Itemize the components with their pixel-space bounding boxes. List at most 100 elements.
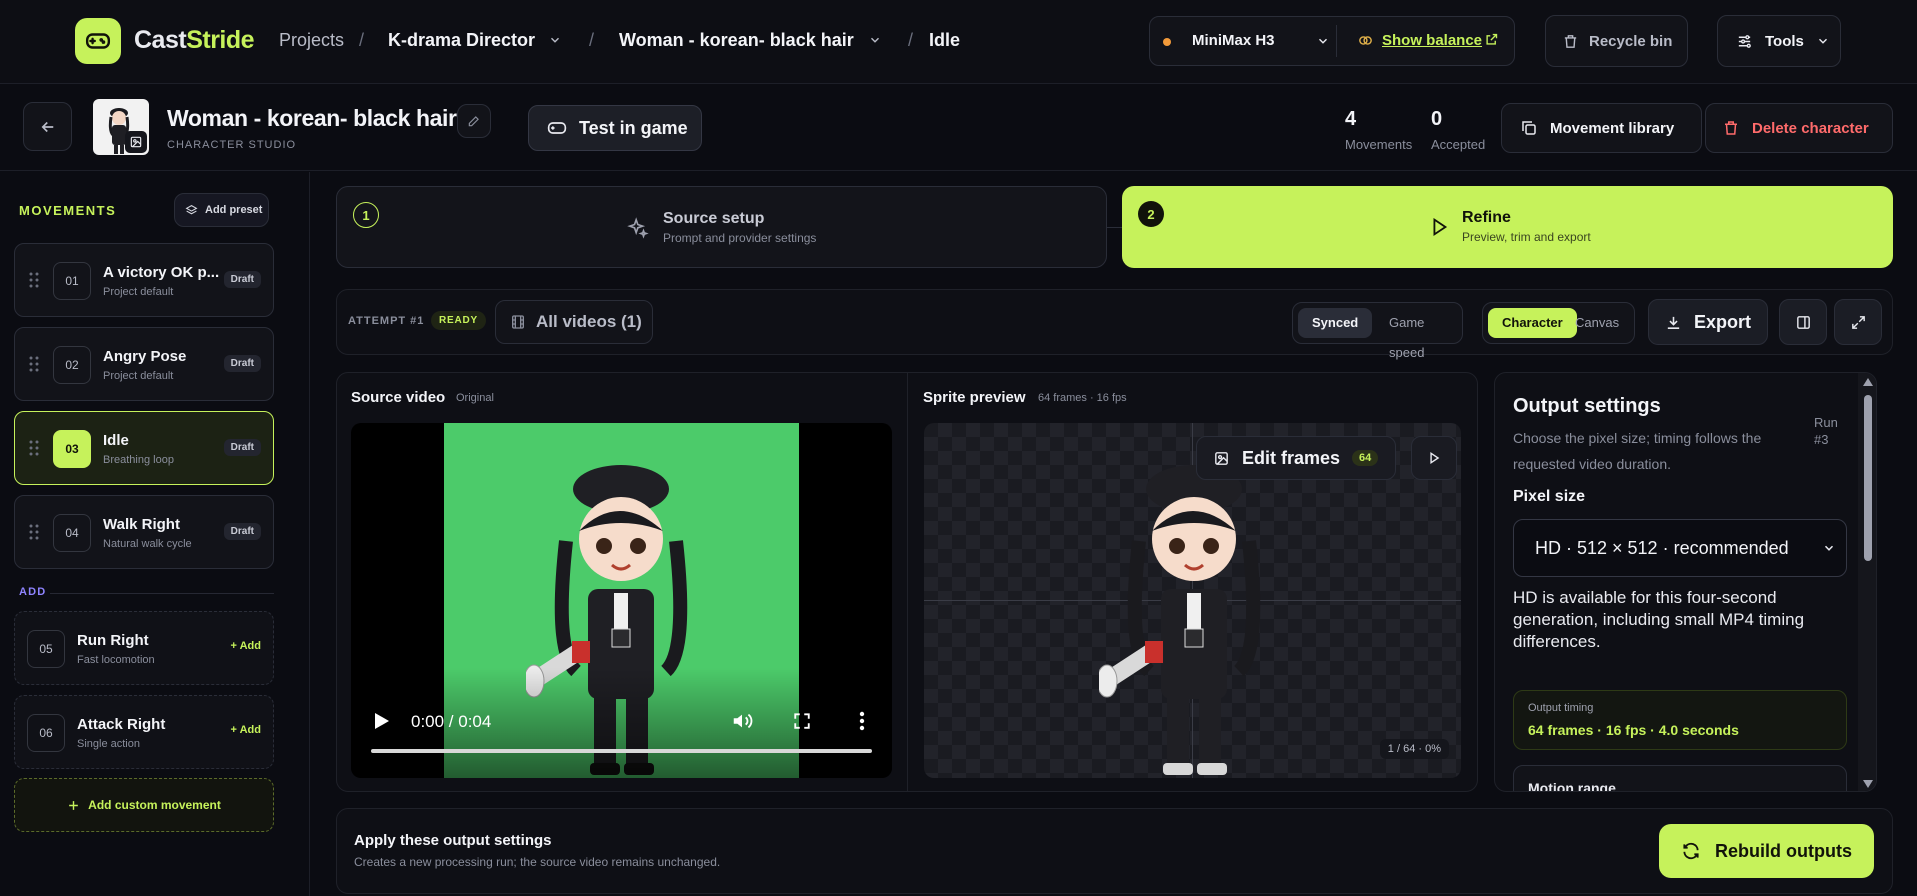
movement-library-button[interactable]: Movement library	[1501, 103, 1702, 153]
step-refine[interactable]: 2 Refine Preview, trim and export	[1122, 186, 1893, 268]
breadcrumb-movement: Idle	[929, 30, 961, 50]
add-preset-button[interactable]: Add preset	[174, 193, 269, 227]
export-button[interactable]: Export	[1648, 299, 1768, 345]
character-option[interactable]: Character	[1488, 308, 1577, 338]
movement-title: Run Right	[77, 632, 149, 649]
game-speed-option[interactable]: Game speed	[1375, 308, 1462, 360]
sprite-preview-title: Sprite preview	[923, 389, 1026, 406]
refresh-icon	[1681, 841, 1701, 861]
breadcrumb-character[interactable]: Woman - korean- black hair	[619, 30, 854, 51]
back-arrow-icon	[39, 118, 57, 136]
breadcrumb-separator: /	[908, 30, 914, 50]
divider	[50, 593, 274, 594]
chevron-down-icon[interactable]	[548, 33, 562, 47]
movement-item[interactable]: 01 A victory OK p... Project default Dra…	[14, 243, 274, 317]
movement-item[interactable]: 04 Walk Right Natural walk cycle Draft	[14, 495, 274, 569]
character-avatar[interactable]	[93, 99, 149, 155]
movement-item-active[interactable]: 03 Idle Breathing loop Draft	[14, 411, 274, 485]
breadcrumb-project[interactable]: K-drama Director	[388, 30, 535, 51]
movements-heading: MOVEMENTS	[19, 203, 117, 218]
movements-count: 4	[1345, 108, 1357, 130]
back-button[interactable]	[23, 102, 72, 151]
toggle-sidebar-button[interactable]	[1779, 299, 1827, 345]
sprite-figure	[1099, 465, 1261, 775]
add-custom-movement-button[interactable]: Add custom movement	[14, 778, 274, 832]
sliders-icon	[1736, 33, 1753, 50]
video-progress-track[interactable]	[371, 749, 872, 753]
sprite-canvas[interactable]: Edit frames 64 1 / 64 · 0%	[924, 423, 1461, 778]
pixel-size-note: HD is available for this four-second gen…	[1513, 588, 1805, 651]
more-vertical-icon[interactable]	[859, 711, 865, 731]
pixel-size-select[interactable]: HD · 512 × 512 · recommended	[1513, 519, 1847, 577]
step-title: Refine	[1462, 209, 1511, 226]
grip-icon[interactable]	[29, 524, 39, 545]
breadcrumb-projects[interactable]: Projects	[279, 30, 344, 51]
movement-number: 04	[53, 514, 91, 552]
run-number: Run #3	[1814, 415, 1838, 447]
chevron-down-icon	[1822, 541, 1836, 555]
step-subtitle: Preview, trim and export	[1462, 230, 1591, 244]
scroll-up-arrow[interactable]	[1862, 377, 1874, 387]
play-icon[interactable]	[374, 712, 390, 730]
attempt-label: ATTEMPT #1	[348, 315, 425, 327]
output-settings-title: Output settings	[1513, 395, 1661, 417]
image-icon[interactable]	[125, 131, 147, 153]
show-balance-link[interactable]: Show balance	[1382, 32, 1482, 49]
preset-item-run-right[interactable]: 05 Run Right Fast locomotion + Add	[14, 611, 274, 685]
fullscreen-icon[interactable]	[793, 712, 811, 730]
model-selector[interactable]: MiniMax H3	[1192, 32, 1275, 49]
add-movement-button[interactable]: + Add	[231, 640, 261, 652]
movement-subtitle: Natural walk cycle	[103, 538, 192, 550]
all-videos-button[interactable]: All videos (1)	[495, 300, 653, 344]
chevron-down-icon[interactable]	[1316, 34, 1330, 48]
add-section-heading: ADD	[19, 586, 47, 598]
status-badge: Draft	[223, 523, 261, 540]
recycle-bin-label: Recycle bin	[1589, 32, 1673, 50]
apply-title: Apply these output settings	[354, 832, 552, 849]
fullscreen-button[interactable]	[1834, 299, 1882, 345]
source-video-player[interactable]: 0:00 / 0:04	[351, 423, 892, 778]
output-settings-description: Choose the pixel size; timing follows th…	[1513, 430, 1762, 472]
tools-menu-button[interactable]: Tools	[1717, 15, 1841, 67]
grip-icon[interactable]	[29, 440, 39, 461]
movement-subtitle: Single action	[77, 738, 140, 750]
test-in-game-button[interactable]: Test in game	[528, 105, 702, 151]
add-movement-button[interactable]: + Add	[231, 724, 261, 736]
preset-item-attack-right[interactable]: 06 Attack Right Single action + Add	[14, 695, 274, 769]
chevron-down-icon[interactable]	[868, 33, 882, 47]
movement-title: Attack Right	[77, 716, 166, 733]
add-preset-label: Add preset	[205, 204, 263, 216]
movement-item[interactable]: 02 Angry Pose Project default Draft	[14, 327, 274, 401]
grip-icon[interactable]	[29, 356, 39, 377]
step-source-setup[interactable]: 1 Source setup Prompt and provider setti…	[336, 186, 1107, 268]
brand-part-1: Cast	[134, 26, 187, 54]
rebuild-outputs-label: Rebuild outputs	[1715, 840, 1852, 861]
model-status-dot	[1163, 38, 1171, 46]
step-subtitle: Prompt and provider settings	[663, 231, 817, 245]
movement-subtitle: Breathing loop	[103, 454, 174, 466]
scrollbar[interactable]	[1858, 373, 1876, 791]
movement-number: 02	[53, 346, 91, 384]
output-timing-value: 64 frames · 16 fps · 4.0 seconds	[1528, 722, 1739, 738]
brand-name[interactable]: CastStride	[134, 26, 255, 55]
movement-title: Idle	[103, 432, 129, 449]
scroll-down-arrow[interactable]	[1862, 779, 1874, 789]
copy-icon	[1520, 119, 1538, 137]
rebuild-outputs-button[interactable]: Rebuild outputs	[1659, 824, 1874, 878]
logo-gamepad-icon[interactable]	[75, 18, 121, 64]
export-label: Export	[1694, 311, 1752, 332]
canvas-option[interactable]: Canvas	[1575, 308, 1619, 338]
scrollbar-thumb[interactable]	[1864, 395, 1872, 561]
rename-button[interactable]	[457, 104, 491, 138]
grip-icon[interactable]	[29, 272, 39, 293]
edit-frames-button[interactable]: Edit frames 64	[1196, 436, 1396, 480]
volume-icon[interactable]	[731, 710, 753, 732]
play-sprite-button[interactable]	[1411, 436, 1457, 480]
synced-option[interactable]: Synced	[1298, 308, 1373, 338]
delete-character-button[interactable]: Delete character	[1705, 103, 1893, 153]
speed-toggle: Synced Game speed	[1292, 302, 1463, 360]
sparkle-icon	[627, 217, 649, 239]
image-icon	[1213, 450, 1230, 467]
movement-title: A victory OK p...	[103, 264, 220, 281]
recycle-bin-button[interactable]: Recycle bin	[1545, 15, 1688, 67]
